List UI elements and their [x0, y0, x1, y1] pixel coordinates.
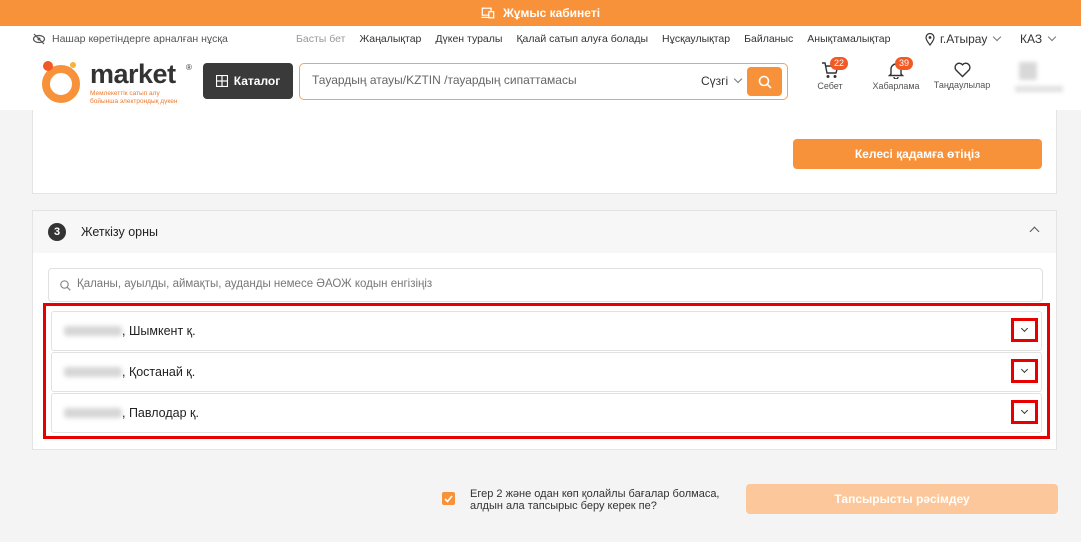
- notifications-count-badge: 39: [895, 57, 914, 70]
- chevron-down-icon: [1020, 406, 1029, 415]
- heart-icon: [953, 62, 971, 78]
- delivery-location-header[interactable]: 3 Жеткізу орны: [33, 211, 1056, 253]
- filter-dropdown[interactable]: Сүзгі: [701, 74, 743, 88]
- nav-guides[interactable]: Нұсқаулықтар: [662, 33, 730, 45]
- logo-tagline-2: бойынша электрондық дүкен: [90, 98, 178, 105]
- search-icon: [60, 280, 71, 291]
- cart-link[interactable]: 22 Себет: [814, 57, 849, 91]
- expand-location-button[interactable]: [1011, 400, 1038, 424]
- chevron-down-icon: [733, 74, 743, 84]
- location-row[interactable]: , Шымкент қ.: [51, 311, 1042, 351]
- preorder-label-line-2: алдын ала тапсырыс беру керек пе?: [470, 500, 657, 512]
- language-selector[interactable]: КАЗ: [1020, 32, 1057, 46]
- grid-icon: [215, 75, 228, 87]
- favorites-link[interactable]: Таңдаулылар: [930, 62, 994, 90]
- logo-mark-icon: [42, 61, 80, 103]
- location-address-redacted: [64, 326, 122, 336]
- filter-label: Сүзгі: [701, 74, 729, 88]
- logo-registered: ®: [186, 63, 192, 72]
- nav-contacts[interactable]: Байланыс: [744, 33, 793, 45]
- catalog-label: Каталог: [233, 74, 281, 88]
- logo-tagline-1: Мемлекеттік сатып алу: [90, 90, 160, 97]
- preorder-label-line-1: Егер 2 және одан көп қолайлы бағалар бол…: [470, 488, 720, 500]
- location-row[interactable]: , Павлодар қ.: [51, 393, 1042, 433]
- search-icon: [758, 75, 772, 89]
- avatar[interactable]: [1015, 62, 1065, 96]
- logo-tagline: Мемлекеттік сатып алу бойынша электронды…: [90, 90, 177, 106]
- location-row[interactable]: , Қостанай қ.: [51, 352, 1042, 392]
- chevron-down-icon: [1020, 365, 1029, 374]
- location-search: [48, 268, 1043, 302]
- step-2-card: Келесі қадамға өтіңіз: [32, 110, 1057, 194]
- chevron-down-icon: [993, 32, 1002, 42]
- step-number-badge: 3: [48, 223, 66, 241]
- location-pin-icon: [925, 32, 935, 46]
- place-order-button[interactable]: Тапсырысты рәсімдеу: [746, 484, 1058, 514]
- chevron-down-icon: [1020, 324, 1029, 333]
- work-cabinet-label: Жұмыс кабинеті: [502, 6, 601, 20]
- logo-word: market: [90, 59, 176, 89]
- next-step-button[interactable]: Келесі қадамға өтіңіз: [793, 139, 1042, 169]
- work-cabinet-bar[interactable]: Жұмыс кабинеті: [0, 0, 1081, 26]
- utility-bar: Нашар көретіндерге арналған нұсқа Басты …: [0, 26, 1081, 52]
- product-search-input[interactable]: [312, 73, 692, 87]
- accessibility-label: Нашар көретіндерге арналған нұсқа: [52, 33, 228, 45]
- language-label: КАЗ: [1020, 32, 1043, 46]
- eye-off-icon: [32, 33, 46, 45]
- preorder-checkbox[interactable]: [442, 492, 455, 505]
- favorites-label: Таңдаулылар: [933, 80, 991, 90]
- delivery-location-section: 3 Жеткізу орны , Шымкент қ. , Қостанай қ…: [32, 210, 1057, 450]
- location-address-redacted: [64, 408, 122, 418]
- nav-home[interactable]: Басты бет: [296, 33, 345, 45]
- notifications-label: Хабарлама: [872, 81, 920, 91]
- nav-news[interactable]: Жаңалықтар: [359, 33, 421, 45]
- preorder-checkbox-label: Егер 2 және одан көп қолайлы бағалар бол…: [470, 488, 730, 512]
- location-city: , Қостанай қ.: [122, 365, 196, 379]
- search-button[interactable]: [747, 67, 782, 96]
- checkmark-icon: [444, 494, 453, 503]
- location-address-redacted: [64, 367, 122, 377]
- chevron-up-icon[interactable]: [1029, 226, 1040, 237]
- expand-location-button[interactable]: [1011, 318, 1038, 342]
- catalog-button[interactable]: Каталог: [203, 63, 293, 99]
- location-search-input[interactable]: [77, 278, 1027, 290]
- nav-how-to-buy[interactable]: Қалай сатып алуға болады: [516, 33, 648, 45]
- cart-count-badge: 22: [830, 57, 849, 70]
- header: market ® Мемлекеттік сатып алу бойынша э…: [0, 52, 1081, 110]
- cart-label: Себет: [817, 81, 843, 91]
- cabinet-icon: [481, 7, 495, 19]
- city-selector[interactable]: г.Атырау: [925, 32, 1002, 46]
- avatar-name: [1015, 86, 1063, 92]
- city-label: г.Атырау: [940, 32, 988, 46]
- nav-references[interactable]: Анықтамалықтар: [807, 33, 890, 45]
- notifications-link[interactable]: 39 Хабарлама: [870, 57, 922, 91]
- main-nav: Басты бет Жаңалықтар Дүкен туралы Қалай …: [296, 33, 890, 45]
- avatar-image: [1019, 62, 1037, 80]
- location-city: , Шымкент қ.: [122, 324, 196, 338]
- chevron-down-icon: [1047, 32, 1057, 42]
- expand-location-button[interactable]: [1011, 359, 1038, 383]
- accessibility-link[interactable]: Нашар көретіндерге арналған нұсқа: [32, 33, 228, 45]
- product-search: Сүзгі: [299, 63, 788, 100]
- nav-about[interactable]: Дүкен туралы: [435, 33, 502, 45]
- location-city: , Павлодар қ.: [122, 406, 199, 420]
- logo[interactable]: market ® Мемлекеттік сатып алу бойынша э…: [40, 59, 195, 106]
- delivery-location-title: Жеткізу орны: [81, 225, 159, 239]
- location-list: , Шымкент қ. , Қостанай қ. , Павлодар қ.: [43, 303, 1050, 439]
